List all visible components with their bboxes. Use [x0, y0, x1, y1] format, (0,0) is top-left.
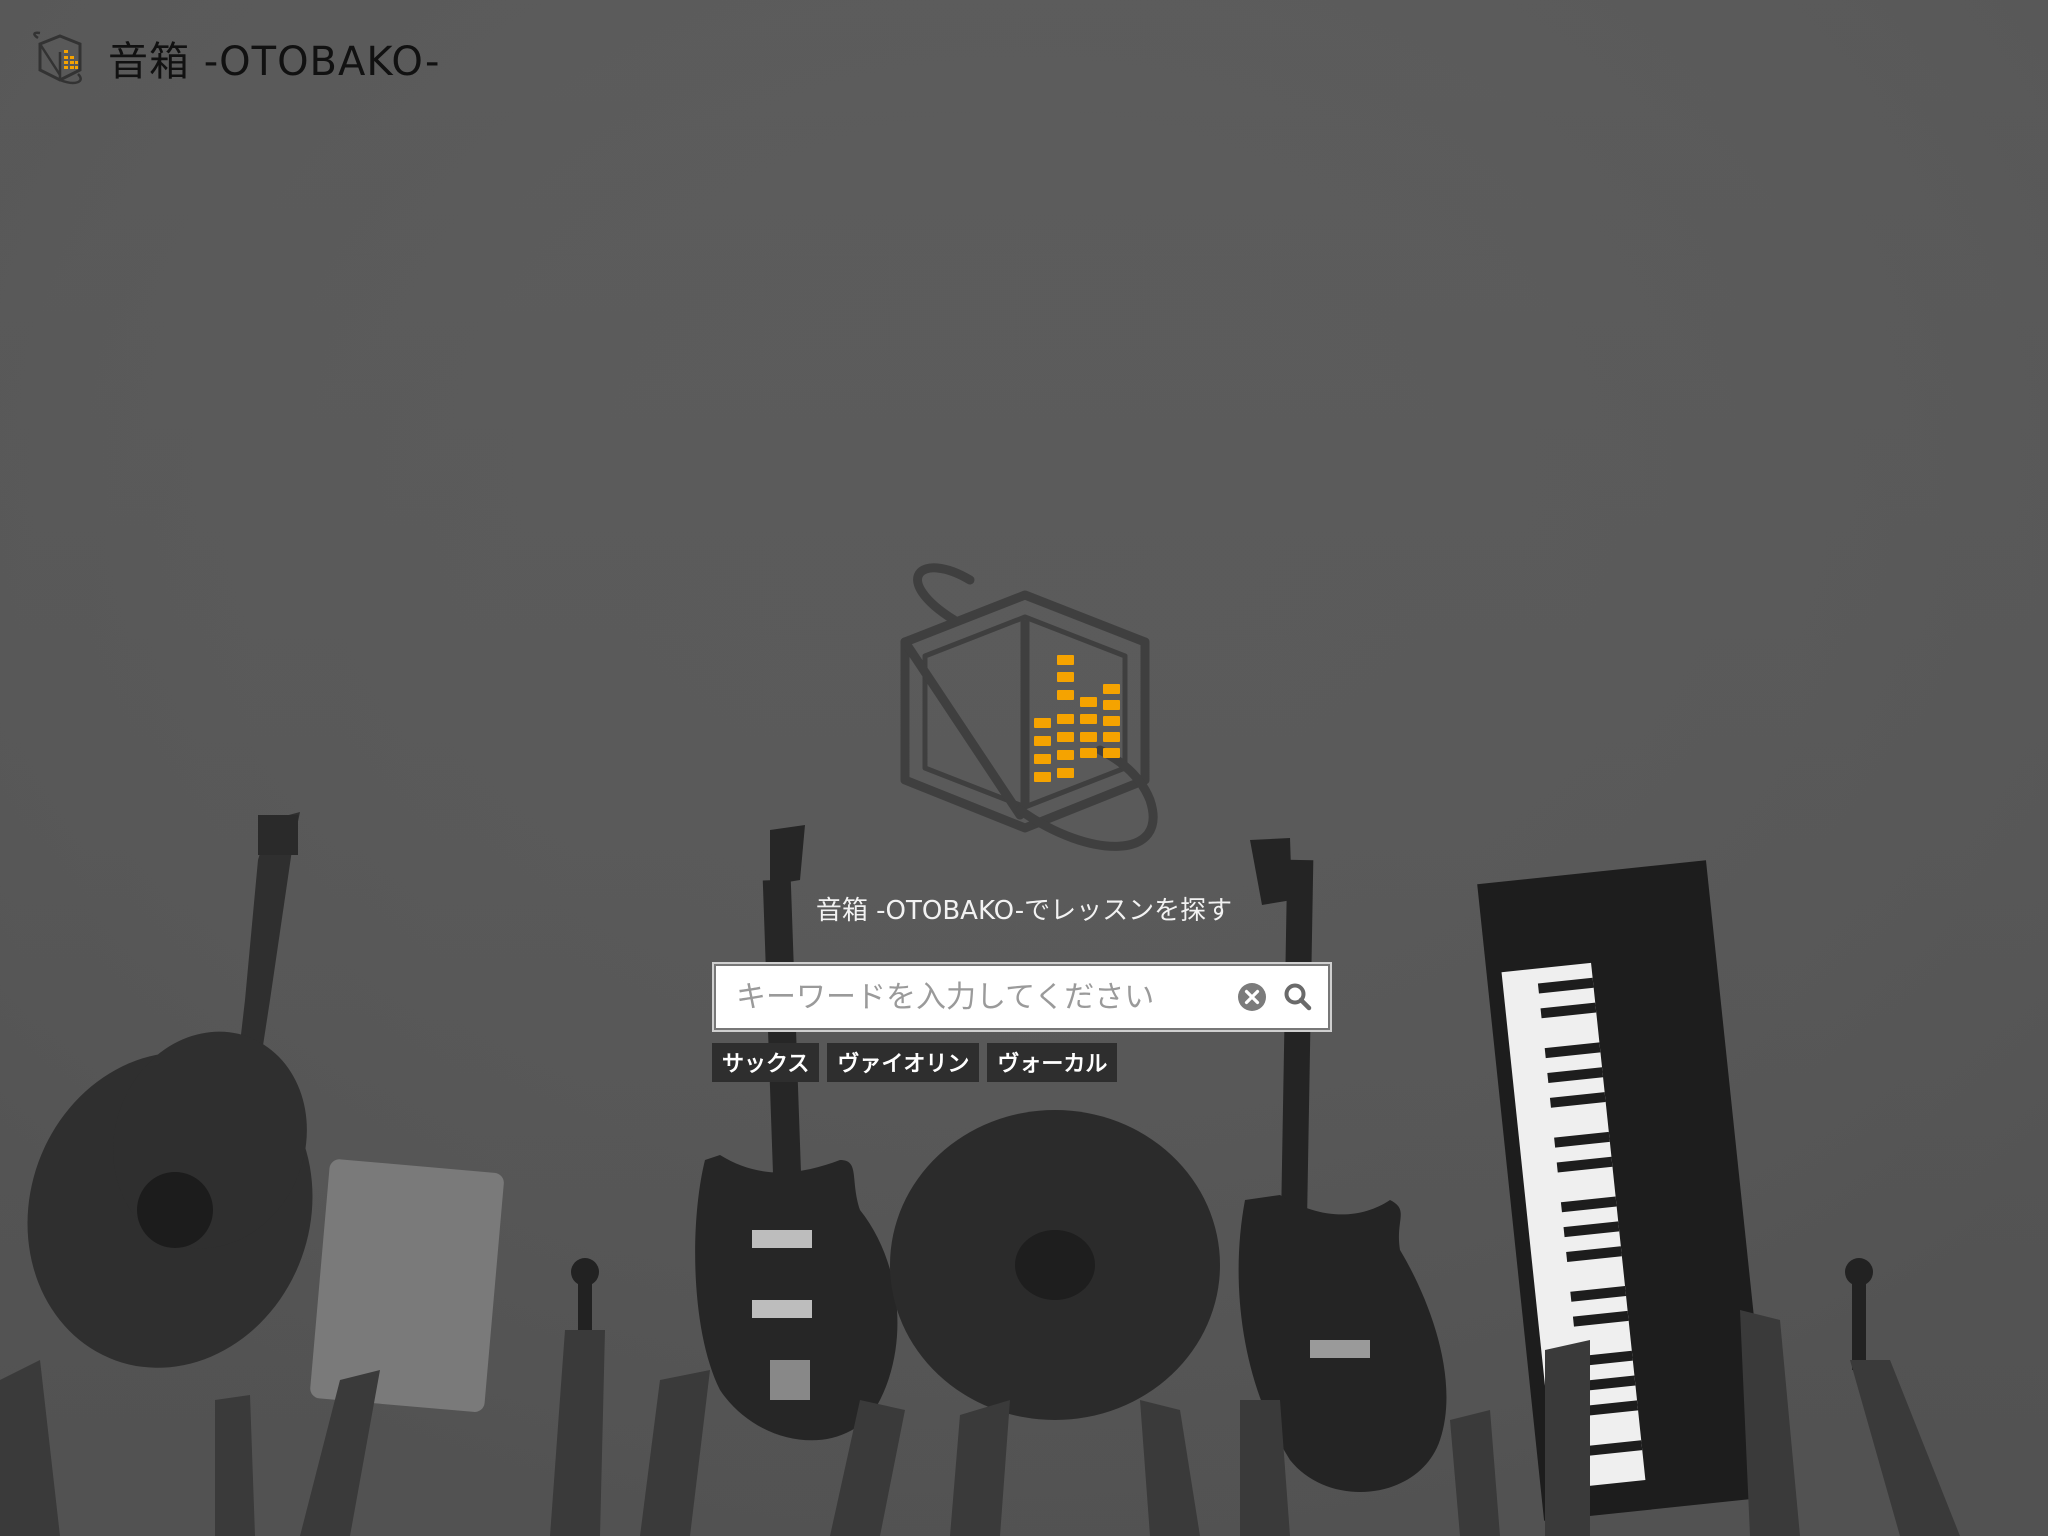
clear-circle-icon[interactable] [1237, 982, 1267, 1012]
search-bar [712, 962, 1332, 1032]
site-title[interactable]: 音箱 -OTOBAKO- [108, 29, 440, 87]
otobako-cube-logo-icon [900, 563, 1158, 851]
tag-vocal[interactable]: ヴォーカル [987, 1043, 1118, 1082]
tag-violin[interactable]: ヴァイオリン [827, 1043, 980, 1082]
search-icon[interactable] [1283, 982, 1313, 1012]
otobako-logo-icon[interactable] [30, 30, 90, 86]
search-input[interactable] [714, 964, 1232, 1030]
site-header[interactable]: 音箱 -OTOBAKO- [30, 28, 440, 88]
hero-tagline: 音箱 -OTOBAKO-でレッスンを探す [815, 896, 1233, 926]
clear-search-button[interactable] [1232, 977, 1272, 1017]
popular-keyword-tags: サックス ヴァイオリン ヴォーカル [712, 1043, 1118, 1082]
tag-sax[interactable]: サックス [712, 1043, 820, 1082]
landing-page: 音箱 -OTOBAKO- 音箱 -OTOBAKO-でレッスンを探す キーワードを… [0, 0, 2048, 1536]
search-button[interactable] [1272, 972, 1324, 1022]
